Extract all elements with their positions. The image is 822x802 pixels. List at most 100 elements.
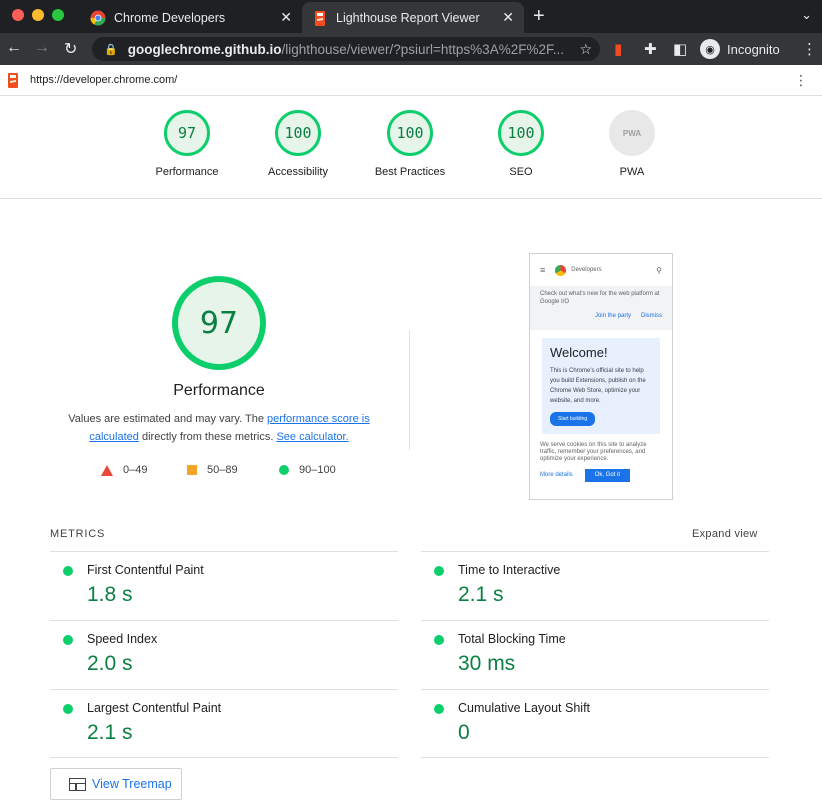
maximize-window-button[interactable] [52, 9, 64, 21]
tab-lighthouse-report-viewer[interactable]: Lighthouse Report Viewer ✕ [302, 2, 524, 33]
pass-dot-icon [63, 566, 73, 576]
legend-range: 50–89 [207, 464, 238, 476]
gauge-label: Performance [155, 166, 219, 178]
welcome-text: This is Chrome's official site to help y… [550, 368, 646, 404]
metric-time-to-interactive: Time to Interactive 2.1 s [421, 551, 769, 620]
metric-name: Time to Interactive [458, 563, 561, 577]
desc-text: directly from these metrics. [138, 431, 277, 443]
screenshot-welcome: Welcome! This is Chrome's official site … [542, 338, 660, 434]
section-divider [409, 330, 410, 450]
gauge-score: 100 [387, 110, 433, 156]
lighthouse-logo-icon [8, 73, 18, 88]
screenshot-site-name: Developers [571, 267, 602, 273]
side-panel-icon[interactable]: ◧ [673, 40, 687, 58]
performance-title: Performance [173, 382, 265, 399]
chrome-icon [90, 10, 106, 26]
promo-text: Check out what's new for the web platfor… [540, 291, 660, 305]
desc-text: Values are estimated and may vary. The [68, 413, 267, 425]
gauge-performance[interactable]: 97 Performance [137, 110, 237, 178]
incognito-icon: ◉ [700, 39, 720, 59]
final-screenshot[interactable]: ≡ Developers ⚲ Check out what's new for … [529, 253, 673, 500]
incognito-label: Incognito [727, 41, 780, 57]
promo-link: Dismiss [641, 313, 662, 319]
gauge-label: SEO [509, 166, 533, 178]
hamburger-icon: ≡ [540, 265, 546, 275]
metric-value: 2.1 s [458, 583, 504, 606]
lock-icon: 🔒 [104, 43, 118, 56]
bookmark-star-icon[interactable]: ☆ [579, 41, 592, 58]
close-window-button[interactable] [12, 9, 24, 21]
browser-tab-bar: Chrome Developers ✕ Lighthouse Report Vi… [0, 0, 822, 33]
metric-value: 1.8 s [87, 583, 133, 606]
screenshot-header: ≡ Developers ⚲ [530, 254, 672, 286]
lighthouse-extension-icon[interactable]: ▮ [614, 40, 622, 58]
performance-description: Values are estimated and may vary. The p… [60, 410, 378, 446]
gauge-label: PWA [619, 166, 645, 178]
circle-icon [279, 465, 289, 475]
address-path: /lighthouse/viewer/?psiurl=https%3A%2F%2… [281, 41, 564, 57]
address-bar[interactable]: 🔒 googlechrome.github.io /lighthouse/vie… [92, 37, 600, 61]
minimize-window-button[interactable] [32, 9, 44, 21]
pass-dot-icon [434, 566, 444, 576]
pass-dot-icon [434, 635, 444, 645]
tab-chrome-developers[interactable]: Chrome Developers ✕ [80, 2, 302, 33]
category-gauges: 97 Performance 100 Accessibility 100 Bes… [0, 96, 822, 199]
lighthouse-icon [315, 10, 325, 26]
gauge-score: 100 [498, 110, 544, 156]
back-arrow-icon[interactable]: ← [6, 39, 22, 57]
metric-first-contentful-paint: First Contentful Paint 1.8 s [50, 551, 398, 620]
tab-title: Lighthouse Report Viewer [336, 10, 480, 25]
cookie-text: We serve cookies on this site to analyze… [540, 442, 647, 462]
metric-value: 2.0 s [87, 652, 133, 675]
view-treemap-button[interactable]: View Treemap [50, 768, 182, 800]
incognito-profile-button[interactable]: ◉ Incognito [700, 37, 780, 61]
metric-value: 0 [458, 721, 470, 744]
metric-cumulative-layout-shift: Cumulative Layout Shift 0 [421, 689, 769, 758]
gauge-best-practices[interactable]: 100 Best Practices [360, 110, 460, 178]
metric-name: Cumulative Layout Shift [458, 701, 591, 715]
metric-speed-index: Speed Index 2.0 s [50, 620, 398, 689]
metrics-divider [50, 757, 398, 758]
gauge-pwa[interactable]: PWA PWA [582, 110, 682, 178]
legend-pass: 90–100 [279, 464, 336, 476]
cookie-button: Ok, Got it [584, 469, 631, 482]
metric-value: 30 ms [458, 652, 516, 675]
metric-value: 2.1 s [87, 721, 133, 744]
performance-score-gauge: 97 [172, 276, 266, 370]
see-calculator-link[interactable]: See calculator. [276, 431, 348, 443]
search-icon: ⚲ [656, 265, 662, 275]
expand-view-toggle[interactable]: Expand view [692, 528, 758, 540]
gauge-seo[interactable]: 100 SEO [471, 110, 571, 178]
new-tab-button[interactable]: + [533, 5, 545, 28]
reload-icon[interactable]: ↻ [64, 39, 77, 59]
legend-fail: 0–49 [101, 464, 147, 476]
gauge-score: 97 [164, 110, 210, 156]
gauge-score: 100 [275, 110, 321, 156]
promo-link: Join the party [594, 313, 631, 319]
close-tab-icon[interactable]: ✕ [502, 9, 514, 26]
treemap-icon [69, 777, 86, 791]
legend-range: 90–100 [299, 464, 336, 476]
metric-name: Largest Contentful Paint [87, 701, 222, 715]
report-url-bar: https://developer.chrome.com/ ⋮ [0, 65, 822, 96]
gauge-label: Accessibility [268, 166, 328, 178]
pass-dot-icon [63, 635, 73, 645]
extensions-puzzle-icon[interactable]: ✚ [644, 40, 657, 58]
gauge-accessibility[interactable]: 100 Accessibility [248, 110, 348, 178]
tab-title: Chrome Developers [114, 10, 226, 25]
report-menu-icon[interactable]: ⋮ [794, 72, 808, 89]
chevron-down-icon[interactable]: ⌄ [801, 7, 812, 23]
square-icon [187, 465, 197, 475]
browser-menu-icon[interactable]: ⋮ [802, 40, 817, 58]
gauge-label: Best Practices [374, 166, 446, 178]
report-url: https://developer.chrome.com/ [30, 74, 178, 86]
close-tab-icon[interactable]: ✕ [280, 9, 292, 26]
browser-toolbar: ← → ↻ 🔒 googlechrome.github.io /lighthou… [0, 33, 822, 65]
metrics-divider [421, 757, 769, 758]
metric-name: First Contentful Paint [87, 563, 204, 577]
forward-arrow-icon[interactable]: → [34, 39, 50, 57]
chrome-logo-icon [555, 264, 567, 276]
pass-dot-icon [63, 704, 73, 714]
welcome-title: Welcome! [550, 345, 608, 360]
screenshot-promo: Check out what's new for the web platfor… [530, 286, 672, 330]
